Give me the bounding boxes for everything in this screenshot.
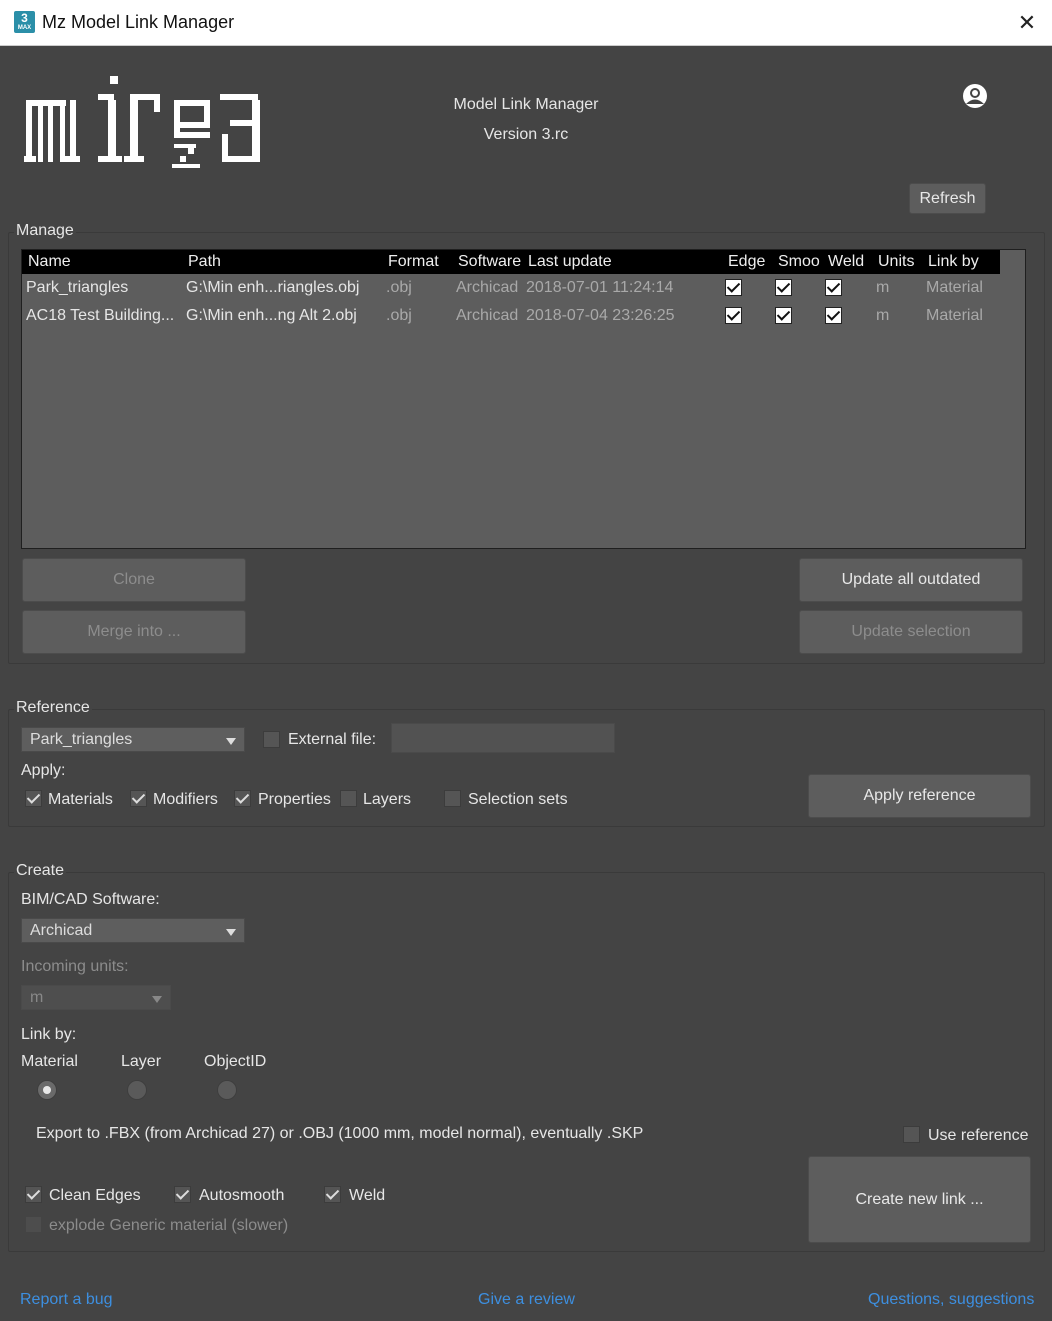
reference-label: Reference (14, 699, 92, 717)
layers-label: Layers (363, 791, 412, 808)
properties-label: Properties (258, 791, 331, 808)
version-label: Version 3.rc (483, 126, 569, 143)
app-name: Model Link Manager (453, 96, 599, 113)
reference-dropdown[interactable]: Park_triangles (21, 727, 245, 752)
clean-edges-label: Clean Edges (49, 1187, 141, 1204)
software-dropdown-value: Archicad (30, 922, 93, 939)
weld-checkbox[interactable] (324, 1186, 341, 1203)
create-label: Create (14, 862, 67, 880)
update-selection-button[interactable]: Update selection (799, 610, 1023, 654)
manage-label: Manage (14, 222, 76, 240)
questions-link[interactable]: Questions, suggestions (868, 1291, 1034, 1309)
link-by-layer-label: Layer (121, 1053, 162, 1070)
row-edge-checkbox[interactable] (725, 307, 742, 324)
col-weld[interactable]: Weld (828, 253, 864, 271)
col-edge[interactable]: Edge (728, 253, 765, 271)
units-label: Incoming units: (21, 958, 129, 975)
row-last-update: 2018-07-04 23:26:25 (526, 307, 675, 324)
3dsmax-icon: 3 MAX (14, 11, 35, 33)
row-software: Archicad (456, 307, 519, 324)
update-all-outdated-button[interactable]: Update all outdated (799, 558, 1023, 602)
autosmooth-label: Autosmooth (199, 1187, 285, 1204)
row-smooth-checkbox[interactable] (775, 279, 792, 296)
row-units: m (876, 307, 890, 324)
user-icon[interactable] (962, 83, 988, 109)
row-path: G:\Min enh...ng Alt 2.obj (186, 307, 357, 324)
row-smooth-checkbox[interactable] (775, 307, 792, 324)
row-weld-checkbox[interactable] (825, 279, 842, 296)
modifiers-label: Modifiers (153, 791, 218, 808)
export-hint: Export to .FBX (from Archicad 27) or .OB… (36, 1125, 644, 1142)
properties-checkbox[interactable] (234, 790, 251, 807)
selection-sets-label: Selection sets (468, 791, 568, 808)
external-file-input[interactable] (391, 723, 615, 753)
apply-reference-button[interactable]: Apply reference (808, 774, 1031, 818)
use-reference-checkbox[interactable] (903, 1126, 920, 1143)
chevron-down-icon (226, 929, 236, 936)
row-path: G:\Min enh...riangles.obj (186, 279, 360, 296)
create-new-link-button[interactable]: Create new link ... (808, 1156, 1031, 1243)
software-label: BIM/CAD Software: (21, 891, 160, 908)
units-dropdown-value: m (30, 989, 44, 1006)
selection-sets-checkbox[interactable] (444, 790, 461, 807)
apply-label: Apply: (21, 762, 66, 779)
merge-into-button[interactable]: Merge into ... (22, 610, 246, 654)
autosmooth-checkbox[interactable] (174, 1186, 191, 1203)
row-software: Archicad (456, 279, 519, 296)
give-review-link[interactable]: Give a review (478, 1291, 575, 1309)
software-dropdown[interactable]: Archicad (21, 918, 245, 943)
link-by-label: Link by: (21, 1026, 77, 1043)
explode-generic-label: explode Generic material (slower) (49, 1217, 289, 1234)
row-name: AC18 Test Building... (26, 307, 175, 324)
links-table[interactable]: Name Path Format Software Last update Ed… (21, 249, 1026, 549)
row-units: m (876, 279, 890, 296)
explode-generic-checkbox[interactable] (25, 1216, 42, 1233)
close-icon[interactable]: ✕ (1014, 10, 1040, 36)
col-units[interactable]: Units (878, 253, 914, 271)
col-format[interactable]: Format (388, 253, 439, 271)
col-name[interactable]: Name (28, 253, 71, 271)
modifiers-checkbox[interactable] (130, 790, 147, 807)
chevron-down-icon (152, 996, 162, 1003)
chevron-down-icon (226, 738, 236, 745)
row-name: Park_triangles (26, 279, 129, 296)
row-edge-checkbox[interactable] (725, 279, 742, 296)
materials-checkbox[interactable] (25, 790, 42, 807)
link-by-material-radio[interactable] (37, 1080, 57, 1100)
link-by-material-label: Material (21, 1053, 78, 1070)
link-by-objectid-radio[interactable] (217, 1080, 237, 1100)
row-link-by: Material (926, 307, 983, 324)
materials-label: Materials (48, 791, 113, 808)
window-title: Mz Model Link Manager (42, 12, 235, 32)
row-weld-checkbox[interactable] (825, 307, 842, 324)
col-smooth[interactable]: Smoo (778, 253, 820, 271)
col-last-update[interactable]: Last update (528, 253, 612, 271)
units-dropdown[interactable]: m (21, 985, 171, 1010)
use-reference-label: Use reference (928, 1127, 1029, 1144)
row-link-by: Material (926, 279, 983, 296)
external-file-label: External file: (288, 731, 377, 748)
col-software[interactable]: Software (458, 253, 521, 271)
row-format: .obj (386, 279, 412, 296)
col-path[interactable]: Path (188, 253, 221, 271)
clean-edges-checkbox[interactable] (25, 1186, 42, 1203)
mizei-logo (24, 72, 269, 180)
col-link-by[interactable]: Link by (928, 253, 979, 271)
weld-label: Weld (349, 1187, 386, 1204)
report-bug-link[interactable]: Report a bug (20, 1291, 113, 1309)
external-file-checkbox[interactable] (263, 731, 280, 748)
table-row[interactable]: AC18 Test Building... G:\Min enh...ng Al… (22, 303, 1025, 331)
link-by-objectid-label: ObjectID (204, 1053, 267, 1070)
table-row[interactable]: Park_triangles G:\Min enh...riangles.obj… (22, 275, 1025, 303)
row-last-update: 2018-07-01 11:24:14 (526, 279, 674, 296)
table-header: Name Path Format Software Last update Ed… (22, 250, 1000, 274)
layers-checkbox[interactable] (340, 790, 357, 807)
clone-button[interactable]: Clone (22, 558, 246, 602)
link-by-layer-radio[interactable] (127, 1080, 147, 1100)
refresh-button[interactable]: Refresh (909, 183, 986, 214)
row-format: .obj (386, 307, 412, 324)
reference-dropdown-value: Park_triangles (30, 731, 133, 748)
